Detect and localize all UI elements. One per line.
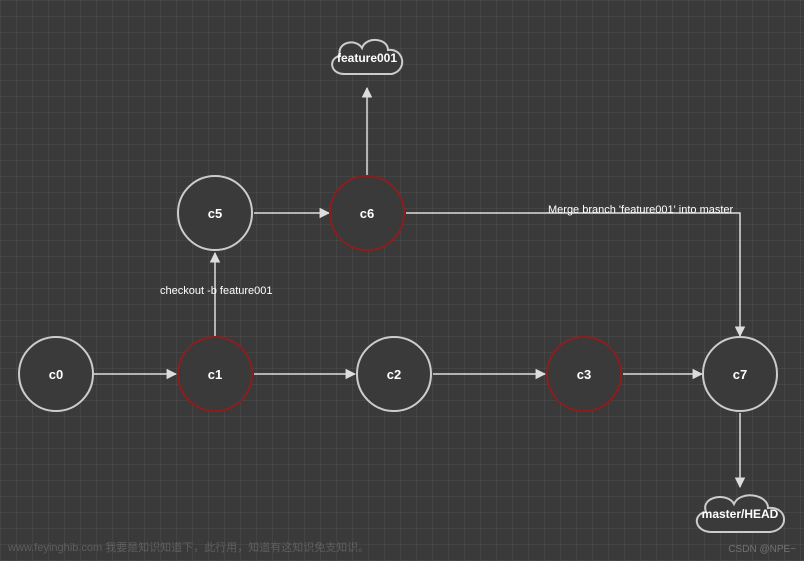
watermark-right: CSDN @NPE~ <box>728 544 796 555</box>
commit-node-c1: c1 <box>177 336 253 412</box>
commit-label: c7 <box>733 367 747 382</box>
commit-node-c0: c0 <box>18 336 94 412</box>
commit-label: c6 <box>360 206 374 221</box>
watermark-left: www.feyinghib.com 我要是知识知道下，此行用，知道有这知识免支知… <box>8 539 369 555</box>
commit-label: c3 <box>577 367 591 382</box>
commit-node-c3: c3 <box>546 336 622 412</box>
edge-label-merge: Merge branch 'feature001' into master <box>548 204 733 216</box>
commit-label: c0 <box>49 367 63 382</box>
commit-node-c2: c2 <box>356 336 432 412</box>
commit-label: c2 <box>387 367 401 382</box>
commit-node-c7: c7 <box>702 336 778 412</box>
commit-label: c5 <box>208 206 222 221</box>
ref-master-head: master/HEAD <box>688 486 792 542</box>
commit-label: c1 <box>208 367 222 382</box>
ref-label: master/HEAD <box>702 507 779 521</box>
commit-node-c5: c5 <box>177 175 253 251</box>
ref-label: feature001 <box>337 51 397 65</box>
ref-feature001: feature001 <box>322 30 412 86</box>
commit-node-c6: c6 <box>329 175 405 251</box>
edge-label-checkout: checkout -b feature001 <box>160 285 273 297</box>
